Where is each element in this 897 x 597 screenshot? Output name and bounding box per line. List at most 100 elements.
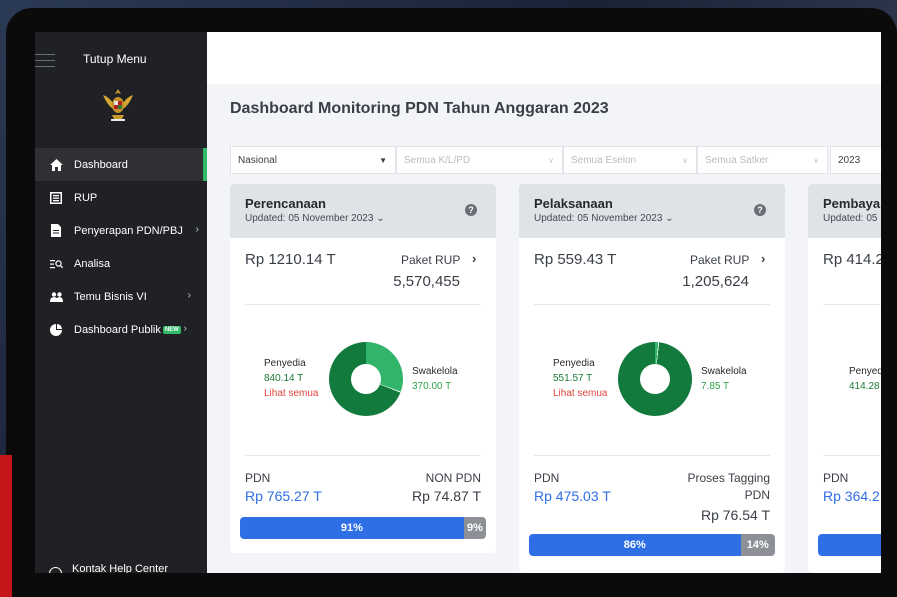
hamburger-icon[interactable] (35, 54, 57, 72)
sidebar-item-label: Temu Bisnis VI (74, 290, 147, 303)
analysis-icon (49, 257, 63, 271)
card-header: Perencanaan Updated: 05 November 2023 ⌄ … (230, 184, 496, 238)
updated-dropdown[interactable]: Updated: 05 November 2023 ⌄ (245, 213, 385, 224)
penyedia-value: 840.14 T (264, 373, 304, 384)
sidebar-item-label: RUP (74, 191, 98, 204)
card-pembayaran: Pembayar Updated: 05 Rp 414.2 Penyed 414… (808, 184, 881, 573)
card-perencanaan: Perencanaan Updated: 05 November 2023 ⌄ … (230, 184, 496, 553)
card-header: Pembayar Updated: 05 (808, 184, 881, 238)
pdn-label: PDN (245, 471, 271, 485)
total-value: Rp 559.43 T (534, 251, 617, 268)
year-select-value: 2023 (838, 154, 861, 166)
non-pdn-progress-fill: 9% (463, 517, 486, 539)
chevron-right-icon[interactable]: › (472, 251, 476, 266)
sidebar: Tutup Menu Dashboard RUP Penyerapan PDN/… (35, 32, 207, 573)
sidebar-item-label: Dashboard (74, 158, 128, 171)
non-pdn-label: NON PDN (425, 471, 481, 485)
pdn-label: PDN (823, 471, 849, 485)
sidebar-item-label: Dashboard Publik (74, 323, 161, 336)
pdn-label: PDN (534, 471, 560, 485)
chevron-down-icon: ∨ (548, 156, 554, 165)
sidebar-item-label: Analisa (74, 257, 111, 270)
caret-down-icon: ▼ (379, 156, 387, 165)
pdn-progress-bar: 91% 9% (240, 517, 486, 539)
eselon-select[interactable]: Semua Eselon ∨ (563, 146, 697, 174)
penyedia-label: Penyedia (553, 358, 595, 369)
swakelola-label: Swakelola (701, 366, 747, 377)
pdn-progress-bar: 86% 14% (529, 534, 775, 556)
divider (245, 455, 481, 456)
sidebar-item-rup[interactable]: RUP (35, 181, 207, 214)
users-icon (49, 290, 63, 304)
close-menu-button[interactable]: Tutup Menu (83, 52, 147, 66)
sidebar-item-analisa[interactable]: Analisa (35, 247, 207, 280)
divider (823, 304, 881, 305)
divider (245, 304, 481, 305)
divider (534, 455, 770, 456)
help-icon[interactable]: ? (754, 204, 766, 216)
help-icon[interactable]: ? (465, 204, 477, 216)
pdn-progress-fill: 91% (240, 517, 464, 539)
proses-tagging-label-line1: Proses Tagging (687, 471, 771, 485)
pdn-progress-fill: 86% (529, 534, 741, 556)
sidebar-item-temu-bisnis[interactable]: Temu Bisnis VI › (35, 280, 207, 313)
chevron-down-icon: ∨ (813, 156, 819, 165)
chevron-down-icon: ⌄ (376, 213, 385, 224)
updated-text: Updated: 05 (823, 213, 878, 224)
sidebar-item-dashboard-publik[interactable]: Dashboard Publik NEW › (35, 313, 207, 346)
background-red-edge (0, 455, 12, 597)
satker-select-value: Semua Satker (705, 154, 769, 166)
penyedia-value: 414.28 (849, 381, 880, 392)
help-center-label: Kontak Help Center (72, 562, 168, 574)
year-select[interactable]: 2023 (830, 146, 881, 174)
divider (823, 455, 881, 456)
paket-rup-link[interactable]: Paket RUP (401, 253, 460, 267)
paket-rup-value: 5,570,455 (393, 273, 460, 290)
penyedia-value: 551.57 T (553, 373, 593, 384)
new-badge: NEW (162, 325, 181, 334)
updated-text: Updated: 05 November 2023 (245, 213, 374, 224)
penyedia-swakelola-donut (329, 342, 403, 416)
updated-text: Updated: 05 November 2023 (534, 213, 663, 224)
total-value: Rp 1210.14 T (245, 251, 336, 268)
page-title: Dashboard Monitoring PDN Tahun Anggaran … (230, 100, 609, 117)
card-pelaksanaan: Pelaksanaan Updated: 05 November 2023 ⌄ … (519, 184, 785, 573)
penyedia-swakelola-donut (618, 342, 692, 416)
paket-rup-link[interactable]: Paket RUP (690, 253, 749, 267)
lihat-semua-link[interactable]: Lihat semua (553, 388, 607, 399)
sidebar-item-penyerapan[interactable]: Penyerapan PDN/PBJ › (35, 214, 207, 247)
sidebar-item-label: Penyerapan PDN/PBJ (74, 224, 183, 237)
card-title: Pembayar (823, 196, 881, 211)
list-box-icon (49, 191, 63, 205)
scope-select[interactable]: Nasional ▼ (230, 146, 396, 174)
help-icon (49, 567, 62, 573)
card-header: Pelaksanaan Updated: 05 November 2023 ⌄ … (519, 184, 785, 238)
tagging-progress-fill: 14% (740, 534, 775, 556)
swakelola-value: 7.85 T (701, 381, 730, 392)
updated-dropdown[interactable]: Updated: 05 November 2023 ⌄ (534, 213, 674, 224)
swakelola-label: Swakelola (412, 366, 458, 377)
sidebar-nav: Dashboard RUP Penyerapan PDN/PBJ › Anali… (35, 148, 207, 346)
card-title: Pelaksanaan (534, 196, 613, 211)
chevron-down-icon: ∨ (682, 156, 688, 165)
pdn-value: Rp 475.03 T (534, 488, 611, 504)
home-icon (49, 158, 63, 172)
document-icon (49, 224, 63, 238)
chevron-right-icon: › (183, 323, 187, 334)
divider (534, 304, 770, 305)
proses-tagging-label-line2: PDN (744, 488, 770, 502)
sidebar-item-dashboard[interactable]: Dashboard (35, 148, 207, 181)
pdn-value: Rp 364.2 (823, 488, 880, 504)
total-value: Rp 414.2 (823, 251, 881, 268)
chevron-right-icon[interactable]: › (761, 251, 765, 266)
garuda-emblem-logo (103, 89, 133, 121)
swakelola-value: 370.00 T (412, 381, 452, 392)
paket-rup-value: 1,205,624 (682, 273, 749, 290)
help-center-link[interactable]: Kontak Help Center (49, 557, 168, 573)
scope-select-value: Nasional (238, 154, 277, 166)
satker-select[interactable]: Semua Satker ∨ (697, 146, 828, 174)
lihat-semua-link[interactable]: Lihat semua (264, 388, 318, 399)
klpd-select-value: Semua K/L/PD (404, 154, 471, 166)
eselon-select-value: Semua Eselon (571, 154, 637, 166)
klpd-select[interactable]: Semua K/L/PD ∨ (396, 146, 563, 174)
